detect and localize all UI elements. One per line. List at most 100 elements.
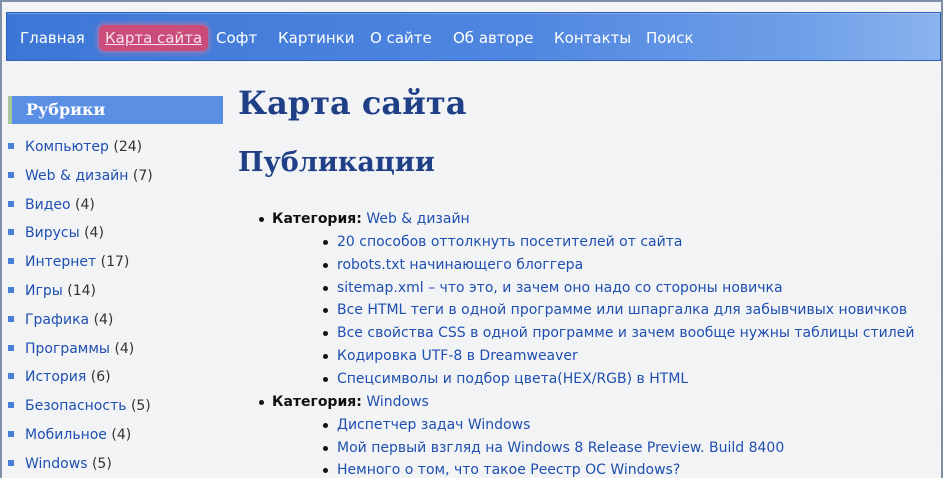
disc-bullet-icon	[323, 468, 328, 474]
sidebar-entry: Windows (5)	[25, 450, 112, 478]
page-title: Карта сайта	[238, 84, 467, 122]
sidebar-entry: Видео (4)	[25, 191, 95, 219]
sidebar-entry: История (6)	[25, 363, 111, 391]
sidebar-category-link[interactable]: Графика	[25, 312, 89, 328]
sidebar-category-count: (24)	[113, 139, 143, 155]
square-bullet-icon	[8, 315, 14, 322]
sidebar-item: История (6)	[8, 363, 223, 392]
square-bullet-icon	[8, 171, 14, 178]
square-bullet-icon	[8, 344, 14, 351]
top-navigation: Главная Карта сайта Софт Картинки О сайт…	[6, 12, 941, 61]
sidebar-category-link[interactable]: Вирусы	[25, 225, 80, 241]
sidebar-category-link[interactable]: Web & дизайн	[25, 168, 128, 184]
post-row: Все HTML теги в одной программе или шпар…	[323, 300, 907, 320]
sidebar-category-count: (4)	[93, 311, 114, 328]
sidebar-item: Графика (4)	[8, 306, 223, 335]
disc-bullet-icon	[323, 285, 328, 291]
sidebar-entry: Web & дизайн (7)	[25, 162, 153, 190]
square-bullet-icon	[8, 402, 14, 409]
category-link[interactable]: Web & дизайн	[366, 211, 469, 227]
disc-bullet-icon	[323, 308, 328, 314]
sidebar-entry: Графика (4)	[25, 306, 113, 334]
sidebar-header: Рубрики	[8, 96, 223, 124]
sidebar-category-link[interactable]: Игры	[25, 283, 63, 299]
category-label: Категория:	[272, 393, 362, 410]
disc-bullet-icon	[323, 239, 328, 245]
post-row: sitemap.xml – что это, и зачем оно надо …	[323, 278, 783, 298]
sidebar-category-link[interactable]: Интернет	[25, 254, 96, 270]
sidebar-item: Интернет (17)	[8, 248, 223, 277]
sidebar-category-link[interactable]: История	[25, 369, 86, 385]
sidebar-category-count: (4)	[75, 196, 95, 213]
sidebar-item: Windows (5)	[8, 450, 223, 478]
nav-home[interactable]: Главная	[20, 27, 85, 49]
sidebar-category-link[interactable]: Видео	[25, 197, 71, 213]
sidebar-category-count: (5)	[130, 398, 151, 415]
sidebar-category-count: (5)	[91, 455, 112, 472]
post-link[interactable]: Кодировка UTF-8 в Dreamweaver	[337, 348, 578, 364]
post-row: robots.txt начинающего блоггера	[323, 255, 583, 275]
post-row: Диспетчер задач Windows	[323, 415, 530, 435]
post-link[interactable]: Все HTML теги в одной программе или шпар…	[337, 302, 907, 318]
nav-about-site[interactable]: О сайте	[370, 27, 432, 49]
sidebar-category-count: (7)	[132, 167, 153, 184]
nav-contacts[interactable]: Контакты	[554, 27, 631, 49]
square-bullet-icon	[8, 373, 14, 380]
disc-bullet-icon	[259, 217, 264, 222]
post-row: 20 способов оттолкнуть посетителей от са…	[323, 232, 682, 252]
post-link[interactable]: 20 способов оттолкнуть посетителей от са…	[337, 234, 682, 250]
disc-bullet-icon	[323, 354, 328, 360]
nav-pictures[interactable]: Картинки	[278, 27, 354, 49]
sidebar-item: Компьютер (24)	[8, 133, 223, 162]
post-row: Спецсимволы и подбор цвета(HEX/RGB) в HT…	[323, 369, 688, 389]
post-row: Мой первый взгляд на Windows 8 Release P…	[323, 438, 784, 458]
post-link[interactable]: sitemap.xml – что это, и зачем оно надо …	[337, 280, 783, 296]
square-bullet-icon	[8, 143, 14, 149]
square-bullet-icon	[8, 459, 14, 466]
sidebar-entry: Вирусы (4)	[25, 219, 104, 247]
post-link[interactable]: Спецсимволы и подбор цвета(HEX/RGB) в HT…	[337, 371, 688, 387]
disc-bullet-icon	[323, 376, 328, 382]
category-label: Категория:	[272, 211, 362, 227]
sidebar-entry: Безопасность (5)	[25, 392, 151, 420]
sidebar-category-count: (14)	[67, 282, 96, 299]
post-link[interactable]: Мой первый взгляд на Windows 8 Release P…	[337, 440, 784, 456]
nav-about-author[interactable]: Об авторе	[453, 27, 534, 49]
post-link[interactable]: Немного о том, что такое Реестр ОС Windo…	[337, 462, 680, 478]
sidebar-item: Web & дизайн (7)	[8, 162, 223, 191]
post-link[interactable]: Все свойства CSS в одной программе и зач…	[337, 325, 914, 341]
nav-software[interactable]: Софт	[216, 27, 257, 49]
sidebar-entry: Программы (4)	[25, 335, 134, 363]
categories-list: Компьютер (24) Web & дизайн (7) Видео (4) В…	[8, 133, 223, 478]
sidebar-category-count: (4)	[114, 340, 135, 357]
disc-bullet-icon	[323, 262, 328, 268]
post-link[interactable]: Диспетчер задач Windows	[337, 417, 530, 433]
sidebar-category-count: (4)	[84, 225, 104, 242]
sidebar-entry: Компьютер (24)	[25, 133, 142, 161]
sidebar-category-link[interactable]: Мобильное	[25, 427, 107, 443]
sidebar-category-link[interactable]: Программы	[25, 341, 110, 357]
page-frame: Главная Карта сайта Софт Картинки О сайт…	[0, 0, 943, 478]
section-title: Публикации	[238, 147, 435, 178]
post-link[interactable]: robots.txt начинающего блоггера	[337, 257, 583, 273]
category-link[interactable]: Windows	[366, 394, 429, 410]
disc-bullet-icon	[259, 399, 264, 405]
sidebar-item: Программы (4)	[8, 335, 223, 364]
sidebar-category-link[interactable]: Компьютер	[25, 139, 109, 155]
sidebar-item: Мобильное (4)	[8, 421, 223, 450]
square-bullet-icon	[8, 258, 14, 265]
sidebar-entry: Мобильное (4)	[25, 421, 131, 449]
disc-bullet-icon	[323, 445, 328, 451]
sidebar-entry: Интернет (17)	[25, 248, 129, 276]
category-row: Категория: Web & дизайн	[259, 209, 470, 229]
sidebar-category-link[interactable]: Безопасность	[25, 398, 126, 414]
sidebar-item: Вирусы (4)	[8, 219, 223, 248]
nav-sitemap[interactable]: Карта сайта	[99, 25, 209, 51]
sidebar-category-count: (6)	[90, 369, 111, 386]
sidebar-title: Рубрики	[26, 100, 106, 119]
disc-bullet-icon	[323, 331, 328, 337]
nav-search[interactable]: Поиск	[646, 27, 694, 49]
sidebar-category-link[interactable]: Windows	[25, 456, 88, 472]
square-bullet-icon	[8, 229, 14, 236]
sidebar-category-count: (4)	[111, 426, 132, 443]
